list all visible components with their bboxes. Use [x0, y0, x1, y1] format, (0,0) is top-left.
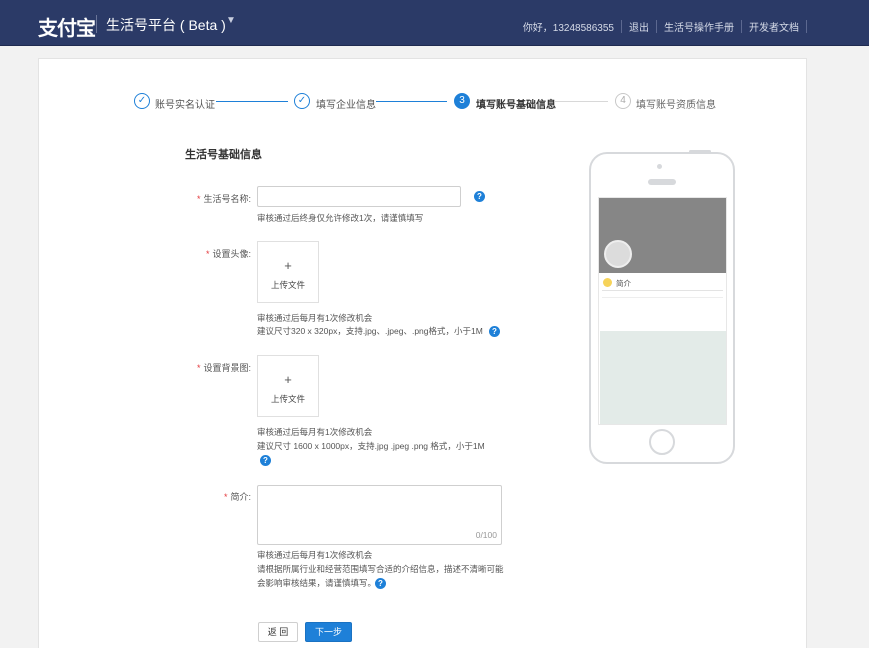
background-hint-1: 审核通过后每月有1次修改机会 — [257, 426, 372, 439]
intro-hint-3: 会影响审核结果，请谨慎填写。 — [257, 577, 376, 590]
help-icon[interactable]: ? — [489, 326, 500, 337]
user-greeting: 你好，13248586355 — [516, 19, 621, 34]
background-hint-2: 建议尺寸 1600 x 1000px，支持.jpg .jpeg .png 格式，… — [257, 440, 485, 453]
step-4-label: 填写账号资质信息 — [636, 96, 716, 111]
alipay-logo[interactable]: 支付宝 — [38, 12, 95, 41]
avatar-hint-2: 建议尺寸320 x 320px，支持.jpg、.jpeg、.png格式，小于1M — [257, 325, 483, 338]
required-mark: * — [197, 194, 201, 204]
top-navigation-bar: 支付宝 生活号平台 ( Beta ) ▼ 你好，13248586355 退出 生… — [0, 0, 869, 46]
user-nav: 你好，13248586355 退出 生活号操作手册 开发者文档 — [516, 19, 807, 34]
intro-hint-2: 请根据所属行业和经营范围填写合适的介绍信息，描述不清晰可能 — [257, 563, 504, 576]
help-icon[interactable]: ? — [260, 455, 271, 466]
platform-title[interactable]: 生活号平台 ( Beta ) — [106, 15, 226, 35]
avatar-field-label: *设置头像: — [171, 247, 251, 260]
chevron-down-icon[interactable]: ▼ — [226, 15, 236, 26]
step-1-check-icon: ✓ — [134, 93, 150, 109]
logout-link[interactable]: 退出 — [622, 19, 656, 34]
help-icon[interactable]: ? — [474, 191, 485, 202]
logo-divider — [96, 15, 97, 33]
phone-preview: 简介 — [589, 152, 735, 464]
step-2-check-icon: ✓ — [294, 93, 310, 109]
name-hint: 审核通过后终身仅允许修改1次，请谨慎填写 — [257, 212, 423, 225]
char-counter: 0/100 — [476, 530, 497, 540]
step-connector — [376, 101, 447, 102]
preview-divider — [602, 297, 723, 298]
avatar-hint-1: 审核通过后每月有1次修改机会 — [257, 312, 372, 325]
step-1-label: 账号实名认证 — [155, 96, 215, 111]
next-button[interactable]: 下一步 — [305, 622, 352, 642]
step-connector — [216, 101, 288, 102]
name-field-label: *生活号名称: — [171, 192, 251, 205]
phone-camera — [657, 164, 662, 169]
intro-label-text: 简介: — [230, 492, 251, 502]
plus-icon: + — [258, 373, 318, 387]
plus-icon: + — [258, 259, 318, 273]
phone-home-button — [649, 429, 675, 455]
intro-field-label: *简介: — [171, 490, 251, 503]
section-title: 生活号基础信息 — [185, 146, 262, 162]
background-label-text: 设置背景图: — [203, 363, 251, 373]
account-name-input[interactable] — [257, 186, 461, 207]
avatar-label-text: 设置头像: — [212, 249, 251, 259]
help-icon[interactable]: ? — [375, 578, 386, 589]
preview-content-area — [600, 331, 726, 424]
preview-intro-label: 简介 — [616, 278, 631, 289]
background-field-label: *设置背景图: — [171, 361, 251, 374]
dev-docs-link[interactable]: 开发者文档 — [742, 19, 806, 34]
preview-avatar — [604, 240, 632, 268]
step-2-label: 填写企业信息 — [316, 96, 376, 111]
intro-dot-icon — [603, 278, 612, 287]
preview-intro-row: 简介 — [602, 277, 723, 291]
intro-textarea[interactable]: 0/100 — [257, 485, 502, 545]
required-mark: * — [206, 249, 210, 259]
background-upload-button[interactable]: + 上传文件 — [257, 355, 319, 417]
required-mark: * — [197, 363, 201, 373]
back-button[interactable]: 返 回 — [258, 622, 298, 642]
phone-speaker — [648, 179, 676, 185]
phone-power-button — [689, 150, 711, 153]
upload-text: 上传文件 — [258, 393, 318, 405]
avatar-upload-button[interactable]: + 上传文件 — [257, 241, 319, 303]
name-label-text: 生活号名称: — [203, 194, 251, 204]
step-connector — [555, 101, 608, 102]
step-4-number: 4 — [615, 93, 631, 109]
upload-text: 上传文件 — [258, 279, 318, 291]
intro-hint-1: 审核通过后每月有1次修改机会 — [257, 549, 372, 562]
manual-link[interactable]: 生活号操作手册 — [657, 19, 741, 34]
nav-divider — [806, 20, 807, 33]
step-3-label: 填写账号基础信息 — [476, 96, 556, 111]
required-mark: * — [224, 492, 228, 502]
phone-screen: 简介 — [598, 197, 727, 425]
step-3-number: 3 — [454, 93, 470, 109]
